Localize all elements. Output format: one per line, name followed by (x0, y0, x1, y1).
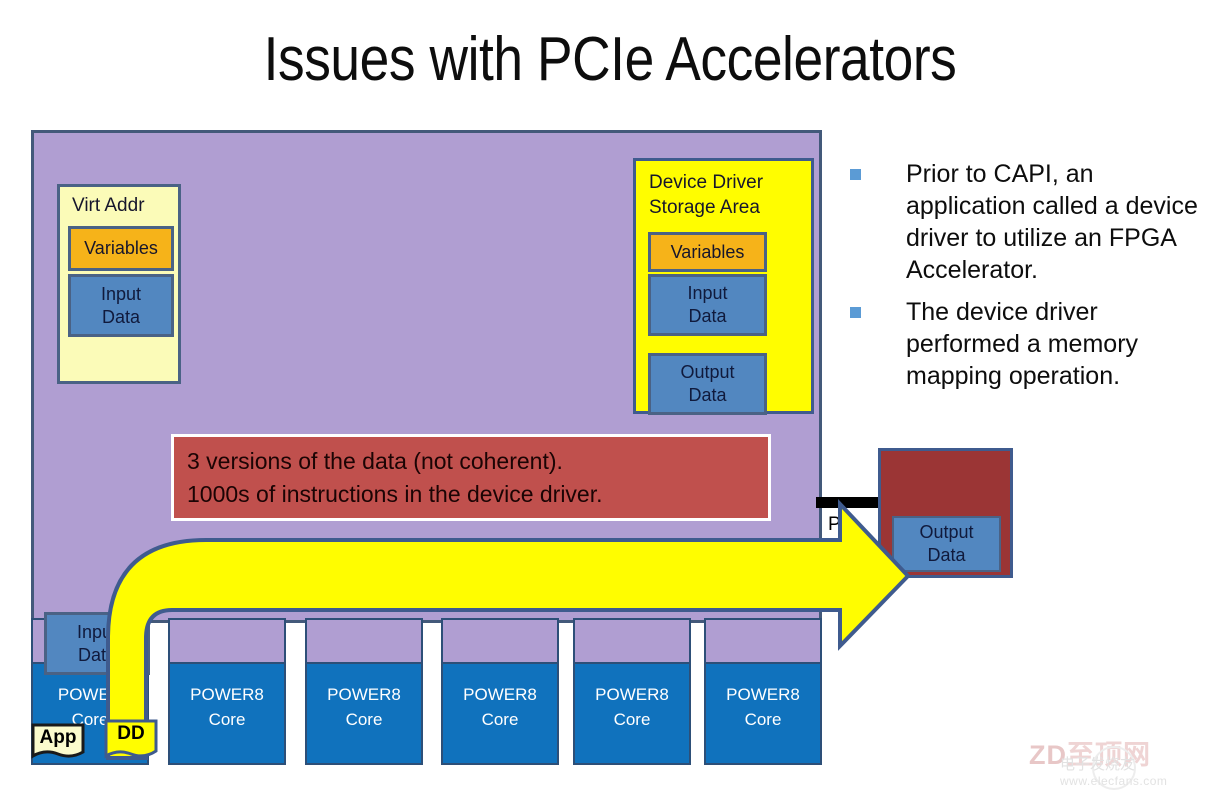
device-driver-input-data-box: Input Data (648, 274, 767, 336)
app-tag: App (31, 723, 85, 761)
device-driver-title-line2: Storage Area (649, 197, 760, 218)
device-driver-title-line1: Device Driver (649, 172, 764, 193)
virt-addr-block: Virt Addr Variables Input Data (57, 184, 181, 384)
watermark-elecfans: 电子发烧友 www.elecfans.com (1060, 757, 1167, 789)
watermark-elecfans-url: www.elecfans.com (1060, 774, 1168, 788)
virt-addr-input-data-box: Input Data (68, 274, 174, 337)
device-driver-input-line1: Input (687, 283, 728, 303)
device-driver-input-line2: Data (688, 306, 727, 326)
fpga-output-line2: Data (927, 545, 966, 565)
bullet-item-1: Prior to CAPI, an application called a d… (850, 158, 1200, 286)
virt-addr-title: Virt Addr (72, 195, 145, 216)
bullet-text-1: Prior to CAPI, an application called a d… (906, 160, 1198, 284)
fpga-output-line1: Output (919, 522, 974, 542)
virt-addr-variables-box: Variables (68, 226, 174, 271)
bullet-list: Prior to CAPI, an application called a d… (850, 158, 1200, 402)
device-driver-variables-box: Variables (648, 232, 767, 272)
device-driver-output-line1: Output (680, 362, 735, 382)
dd-tag: DD (104, 719, 158, 759)
callout-line1: 3 versions of the data (not coherent). (187, 448, 563, 474)
device-driver-storage-title: Device Driver Storage Area (649, 170, 763, 220)
virt-addr-input-line2: Data (101, 306, 141, 327)
square-bullet-icon (850, 307, 861, 318)
bullet-item-2: The device driver performed a memory map… (850, 296, 1200, 392)
square-bullet-icon (850, 169, 861, 180)
virt-addr-input-line1: Input (100, 283, 142, 304)
device-driver-output-line2: Data (688, 385, 727, 405)
device-driver-storage-area: Device Driver Storage Area Variables Inp… (633, 158, 814, 415)
bullet-text-2: The device driver performed a memory map… (906, 298, 1139, 390)
watermark-elecfans-cn: 电子发烧友 (1060, 756, 1136, 773)
page-title: Issues with PCIe Accelerators (263, 25, 957, 94)
app-tag-label: App (39, 727, 77, 748)
device-driver-output-data-box: Output Data (648, 353, 767, 415)
dd-tag-label: DD (117, 723, 145, 744)
slide-canvas: Issues with PCIe Accelerators Memory Sub… (0, 0, 1220, 795)
